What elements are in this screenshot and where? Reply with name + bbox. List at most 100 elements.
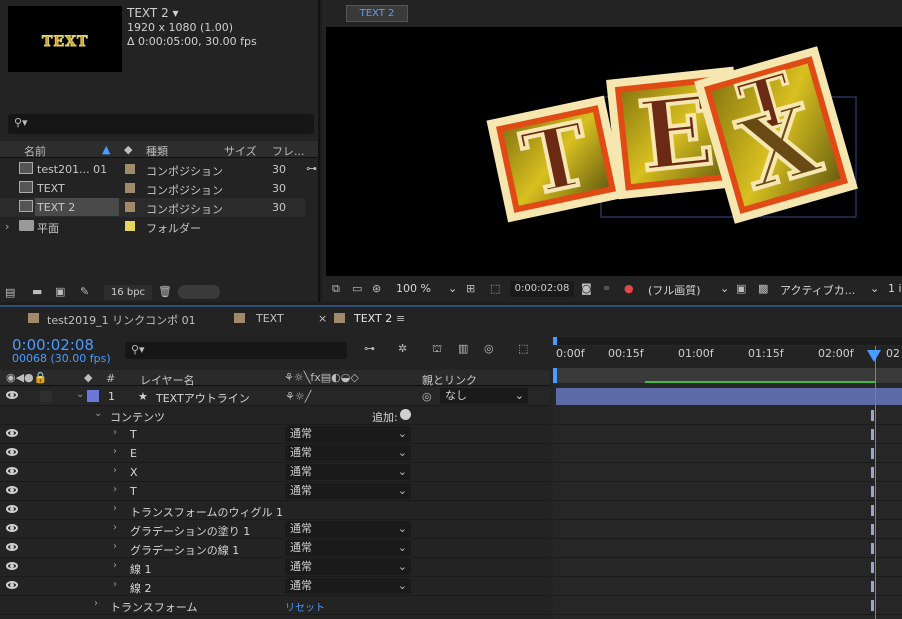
- keyframe-marker-icon[interactable]: [871, 448, 874, 459]
- property-row[interactable]: › T 通常 ⌄: [0, 425, 550, 444]
- draft-3d-icon[interactable]: ✲: [398, 343, 407, 354]
- tab-text-2[interactable]: TEXT 2: [354, 312, 392, 325]
- blend-mode-dropdown[interactable]: 通常 ⌄: [285, 578, 411, 594]
- chevron-right-icon[interactable]: ›: [113, 541, 117, 552]
- new-composition-icon[interactable]: ▣: [55, 286, 65, 297]
- mask-visibility-icon[interactable]: ⊛: [372, 283, 381, 294]
- reset-link[interactable]: リセット: [285, 599, 325, 614]
- blend-mode-dropdown[interactable]: 通常 ⌄: [285, 540, 411, 556]
- chevron-right-icon[interactable]: ›: [113, 427, 117, 438]
- monitor-icon[interactable]: ▭: [352, 283, 362, 294]
- label-color-swatch[interactable]: [125, 202, 135, 212]
- solo-switch[interactable]: [40, 391, 52, 402]
- project-item-selected[interactable]: TEXT 2 コンポジション 30: [0, 198, 305, 217]
- av-features-icon[interactable]: ◉◀●🔒: [6, 372, 47, 383]
- frame-blending-icon[interactable]: ▥: [458, 343, 468, 354]
- keyframe-marker-icon[interactable]: [871, 410, 874, 421]
- keyframe-marker-icon[interactable]: [871, 467, 874, 478]
- expand-chevron-icon[interactable]: ›: [5, 220, 9, 233]
- column-size[interactable]: サイズ: [224, 143, 257, 159]
- layer-duration-bar[interactable]: [556, 388, 902, 405]
- label-color-swatch[interactable]: [125, 183, 135, 193]
- keyframe-marker-icon[interactable]: [871, 524, 874, 535]
- new-folder-icon[interactable]: ▬: [32, 286, 42, 297]
- render-icon[interactable]: ✎: [80, 286, 89, 297]
- project-search-input[interactable]: ⚲▾: [8, 114, 314, 134]
- eye-icon[interactable]: [6, 543, 18, 551]
- chevron-right-icon[interactable]: ›: [113, 446, 117, 457]
- chevron-right-icon[interactable]: ›: [113, 465, 117, 476]
- shy-layers-icon[interactable]: ⛫: [432, 343, 442, 354]
- keyframe-marker-icon[interactable]: [871, 600, 874, 611]
- column-layer-name[interactable]: レイヤー名: [140, 372, 195, 388]
- keyframe-marker-icon[interactable]: [871, 562, 874, 573]
- eye-icon[interactable]: [6, 429, 18, 437]
- keyframe-marker-icon[interactable]: [871, 505, 874, 516]
- region-of-interest-icon[interactable]: ⬚: [490, 283, 500, 294]
- switches-icon[interactable]: ⚘☼╲fx▤◐◒◇: [284, 372, 359, 383]
- composition-canvas[interactable]: T E T X: [326, 27, 902, 276]
- eye-icon[interactable]: [6, 581, 18, 589]
- property-row[interactable]: › T 通常 ⌄: [0, 482, 550, 501]
- interpret-footage-icon[interactable]: ▤: [5, 287, 15, 298]
- tab-link-comp[interactable]: test2019_1 リンクコンポ 01: [47, 312, 196, 328]
- camera-snapshot-icon[interactable]: ◙: [581, 283, 592, 294]
- column-parent[interactable]: 親とリンク: [422, 372, 477, 388]
- blend-mode-dropdown[interactable]: 通常 ⌄: [285, 445, 411, 461]
- parent-dropdown[interactable]: なし ⌄: [440, 388, 528, 404]
- panel-menu-icon[interactable]: ≡: [396, 312, 405, 325]
- viewer-tab[interactable]: TEXT 2: [346, 5, 408, 22]
- project-item[interactable]: TEXT コンポジション 30: [0, 179, 305, 198]
- bit-depth-button[interactable]: 16 bpc: [104, 285, 152, 300]
- work-area-start-handle[interactable]: [553, 368, 557, 383]
- chevron-right-icon[interactable]: ›: [113, 579, 117, 590]
- label-color-swatch[interactable]: [87, 390, 99, 402]
- project-item[interactable]: › 平面 フォルダー: [0, 217, 305, 236]
- chevron-right-icon[interactable]: ›: [94, 598, 98, 609]
- transform-row[interactable]: › トランスフォーム リセット: [0, 596, 550, 615]
- eye-icon[interactable]: [6, 448, 18, 456]
- property-row[interactable]: › グラデーションの線 1 通常 ⌄: [0, 539, 550, 558]
- add-menu-icon[interactable]: [400, 409, 411, 420]
- fast-previews-icon[interactable]: ▣: [736, 283, 746, 294]
- graph-editor-icon[interactable]: ⬚: [518, 343, 528, 354]
- comp-flowchart-icon[interactable]: ⊶: [364, 343, 375, 354]
- keyframe-marker-icon[interactable]: [871, 581, 874, 592]
- layer-switches-icon[interactable]: ⚘☼╱: [285, 391, 311, 402]
- property-row[interactable]: › 線 2 通常 ⌄: [0, 577, 550, 596]
- eye-icon[interactable]: [6, 467, 18, 475]
- thumbnail-slider[interactable]: [178, 285, 220, 299]
- keyframe-marker-icon[interactable]: [871, 429, 874, 440]
- eye-icon[interactable]: [6, 486, 18, 494]
- playhead-line[interactable]: [875, 346, 876, 619]
- safe-zones-icon[interactable]: ⊞: [466, 283, 475, 294]
- column-frames[interactable]: フレ...: [272, 143, 305, 159]
- layer-name[interactable]: TEXTアウトライン: [156, 390, 250, 406]
- column-type[interactable]: 種類: [146, 143, 168, 159]
- color-channels-icon[interactable]: ●: [624, 283, 634, 294]
- property-row[interactable]: › X 通常 ⌄: [0, 463, 550, 482]
- eye-icon[interactable]: [6, 391, 18, 399]
- label-tag-icon[interactable]: ◆: [84, 372, 92, 383]
- transparency-grid-icon[interactable]: ▩: [758, 283, 768, 294]
- property-row[interactable]: › 線 1 通常 ⌄: [0, 558, 550, 577]
- resolution-dropdown[interactable]: (フル画質) ⌄: [648, 282, 730, 298]
- flowchart-icon[interactable]: ⊶: [306, 163, 317, 174]
- label-color-swatch[interactable]: [125, 164, 135, 174]
- eye-icon[interactable]: [6, 505, 18, 513]
- sort-ascending-icon[interactable]: ▲: [102, 143, 110, 156]
- chevron-down-icon[interactable]: ⌄: [76, 389, 84, 400]
- blend-mode-dropdown[interactable]: 通常 ⌄: [285, 464, 411, 480]
- work-area-bar[interactable]: [553, 368, 902, 383]
- eye-icon[interactable]: [6, 524, 18, 532]
- chevron-down-icon[interactable]: ⌄: [94, 408, 102, 419]
- comp-name[interactable]: TEXT 2 ▾: [127, 6, 179, 20]
- chevron-right-icon[interactable]: ›: [113, 522, 117, 533]
- motion-blur-icon[interactable]: ◎: [484, 343, 494, 354]
- layer-row[interactable]: ⌄ 1 ★ TEXTアウトライン ⚘☼╱ ◎ なし ⌄: [0, 387, 550, 406]
- property-row[interactable]: › トランスフォームのウィグル 1: [0, 501, 550, 520]
- show-snapshot-icon[interactable]: ⚭: [602, 283, 611, 294]
- eye-icon[interactable]: [6, 562, 18, 570]
- zoom-dropdown[interactable]: 100 % ⌄: [396, 282, 458, 297]
- camera-dropdown[interactable]: アクティブカ... ⌄: [780, 282, 880, 298]
